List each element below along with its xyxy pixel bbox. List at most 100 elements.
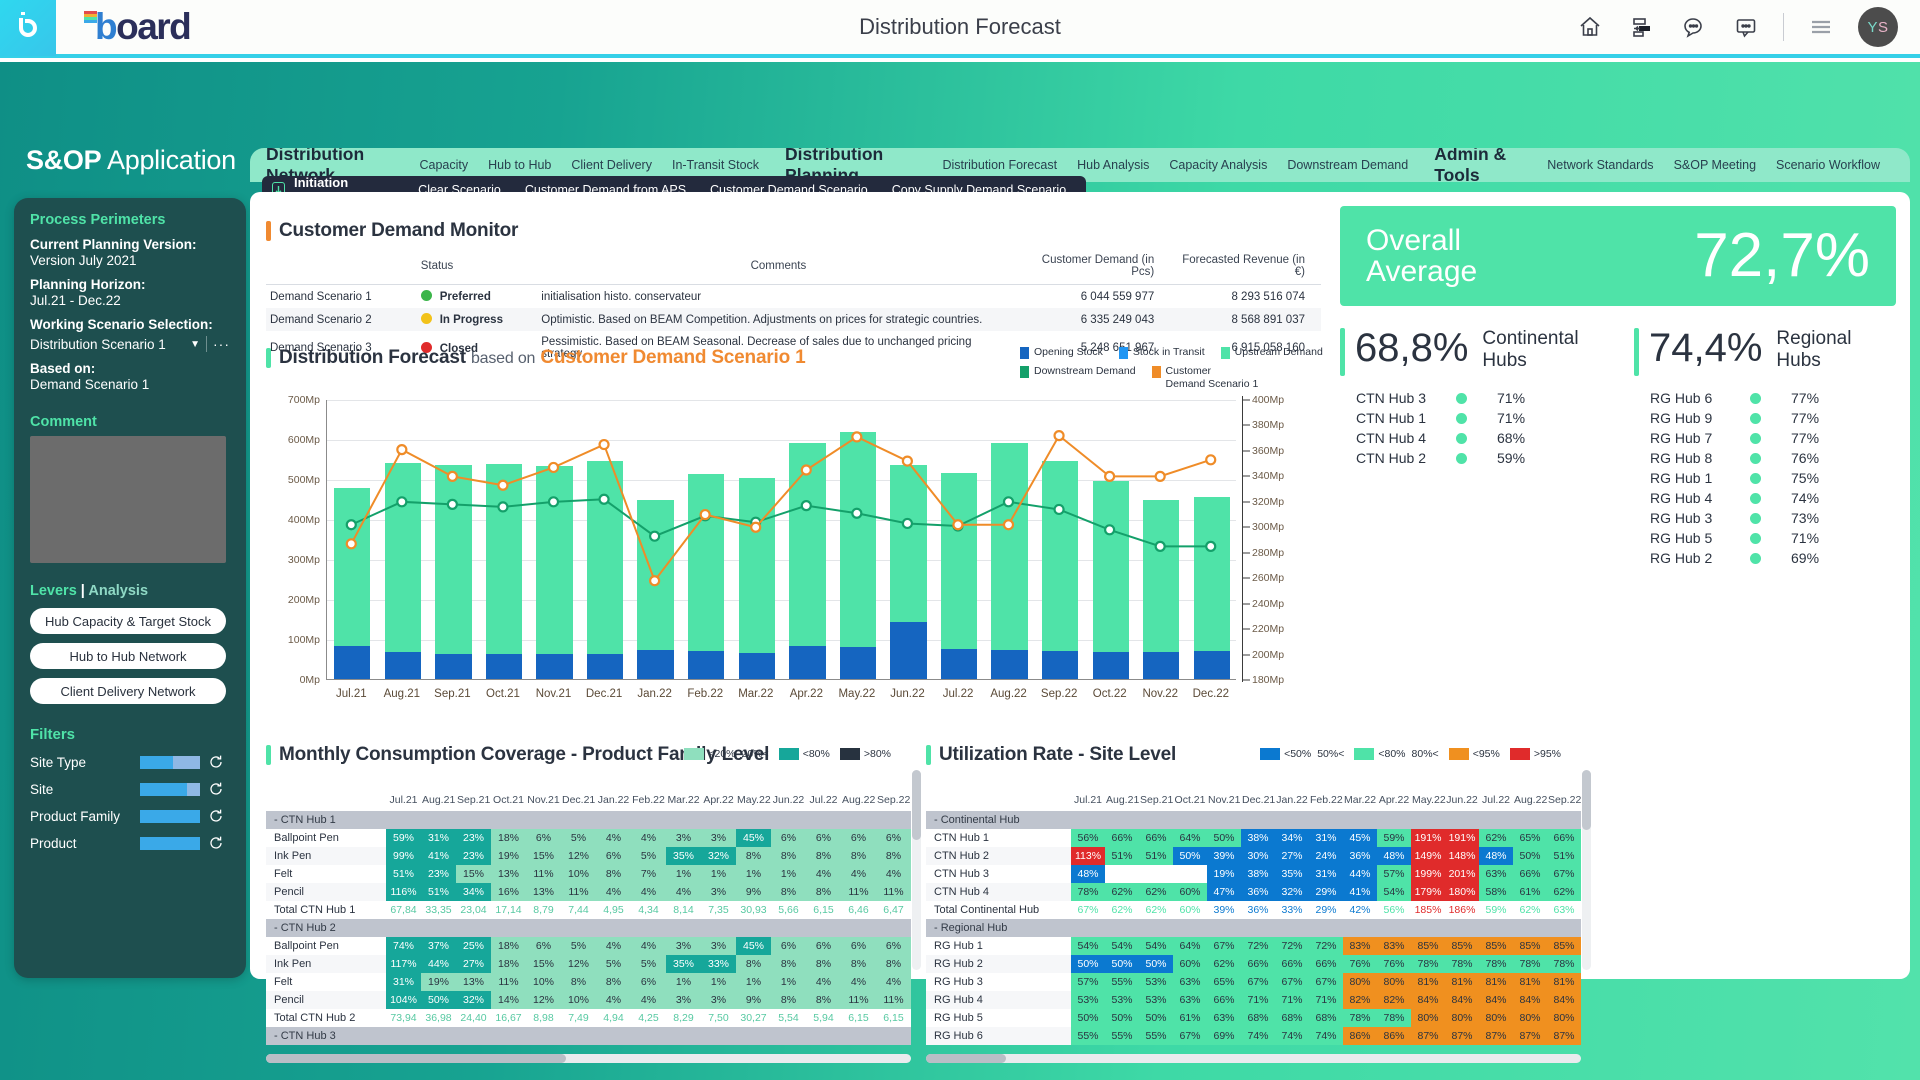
coverage-hscrollbar[interactable] (266, 1054, 911, 1063)
bar-column[interactable] (529, 399, 580, 679)
bar-column[interactable] (681, 399, 732, 679)
legend-item[interactable]: Opening Stock (1020, 346, 1103, 359)
gantt-icon[interactable] (1627, 12, 1657, 42)
legend-item[interactable]: Customer Demand Scenario 1 (1151, 365, 1258, 391)
group-row[interactable]: - Regional Hub (926, 919, 1581, 937)
hub-row[interactable]: RG Hub 4 74% (1650, 490, 1896, 506)
bar-column[interactable] (934, 399, 985, 679)
nav-item-scenario-workflow[interactable]: Scenario Workflow (1776, 158, 1880, 172)
bar-column[interactable] (984, 399, 1035, 679)
nav-item-network-standards[interactable]: Network Standards (1547, 158, 1653, 172)
avatar[interactable]: YS (1858, 7, 1898, 47)
table-row[interactable]: RG Hub 4 53% 53% 53% 63% 66% 71% 71% 71% 82% 82% 84… (926, 991, 1581, 1009)
group-row[interactable]: - CTN Hub 1 (266, 811, 911, 829)
filter-slider[interactable] (140, 782, 200, 796)
table-row[interactable]: CTN Hub 1 56% 66% 66% 64% 50% 38% 34% 31% 45% 59% 1… (926, 829, 1581, 847)
hamburger-icon[interactable] (1806, 12, 1836, 42)
bar-column[interactable] (883, 399, 934, 679)
table-row[interactable]: RG Hub 1 54% 54% 54% 64% 67% 72% 72% 72% 83% 83% 85… (926, 937, 1581, 955)
hub-row[interactable]: CTN Hub 3 71% (1356, 390, 1602, 406)
hub-row[interactable]: CTN Hub 1 71% (1356, 410, 1602, 426)
filter-slider[interactable] (140, 836, 200, 850)
table-row[interactable]: RG Hub 3 57% 55% 53% 63% 65% 67% 67% 67% 80% 80% 81… (926, 973, 1581, 991)
hub-row[interactable]: RG Hub 1 75% (1650, 470, 1896, 486)
nav-group-admin-tools[interactable]: Admin & Tools (1434, 148, 1533, 182)
table-row[interactable]: Pencil 104% 50% 32% 14% 12% 10% 4% 4% 3% 3% 9% 8% 8% 1… (266, 991, 911, 1009)
bar-column[interactable] (580, 399, 631, 679)
chevron-down-icon[interactable]: ▼ (190, 339, 200, 350)
comment-icon[interactable] (1731, 12, 1761, 42)
home-icon[interactable] (1575, 12, 1605, 42)
group-row[interactable]: - Continental Hub (926, 811, 1581, 829)
utilization-hscrollbar[interactable] (926, 1054, 1581, 1063)
table-row[interactable]: Ballpoint Pen 59% 31% 23% 18% 6% 5% 4% 4% 3% 3% 45%… (266, 829, 911, 847)
coverage-vscrollbar[interactable] (912, 770, 921, 970)
table-row[interactable]: Pencil 116% 51% 34% 16% 13% 11% 4% 4% 4% 3% 9% 8% 8% 1… (266, 883, 911, 901)
chat-icon[interactable] (1679, 12, 1709, 42)
table-row[interactable]: CTN Hub 4 78% 62% 62% 60% 47% 36% 32% 29% 41% 54% 1… (926, 883, 1581, 901)
nav-item-downstream-demand[interactable]: Downstream Demand (1287, 158, 1408, 172)
bar-column[interactable] (378, 399, 429, 679)
nav-item-hub-analysis[interactable]: Hub Analysis (1077, 158, 1149, 172)
nav-item-distribution-forecast[interactable]: Distribution Forecast (942, 158, 1057, 172)
bar-column[interactable] (833, 399, 884, 679)
table-row[interactable]: Demand Scenario 1 Preferred initialisation… (266, 285, 1321, 309)
utilization-vscrollbar[interactable] (1582, 770, 1591, 970)
hub-row[interactable]: RG Hub 7 77% (1650, 430, 1896, 446)
table-row[interactable]: CTN Hub 2 113% 51% 51% 50% 39% 30% 27% 24% 36% 48%… (926, 847, 1581, 865)
board-logo-tile[interactable] (0, 0, 56, 56)
reset-icon[interactable] (208, 754, 224, 770)
hub-row[interactable]: RG Hub 8 76% (1650, 450, 1896, 466)
table-row[interactable]: RG Hub 2 50% 50% 50% 60% 62% 66% 66% 66% 76% 76% 78… (926, 955, 1581, 973)
hub-name: RG Hub 6 (1650, 390, 1713, 406)
table-row[interactable]: RG Hub 6 55% 55% 55% 67% 69% 74% 74% 74% 86% 86% 87… (926, 1027, 1581, 1045)
bar-column[interactable] (428, 399, 479, 679)
table-row[interactable]: CTN Hub 3 48% 19% 38% 35% 31% 44% 57% 199% 201% 63… (926, 865, 1581, 883)
filter-slider[interactable] (140, 755, 200, 769)
nav-item-capacity-analysis[interactable]: Capacity Analysis (1169, 158, 1267, 172)
group-row[interactable]: - CTN Hub 3 (266, 1027, 911, 1045)
hub-row[interactable]: RG Hub 6 77% (1650, 390, 1896, 406)
nav-item-capacity[interactable]: Capacity (420, 158, 469, 172)
table-row[interactable]: Ballpoint Pen 74% 37% 25% 18% 6% 5% 4% 4% 3% 3% 45%… (266, 937, 911, 955)
nav-item-client-delivery[interactable]: Client Delivery (571, 158, 652, 172)
lever-hub-to-hub-network[interactable]: Hub to Hub Network (30, 643, 226, 669)
lever-hub-capacity-target-stock[interactable]: Hub Capacity & Target Stock (30, 608, 226, 634)
table-row[interactable]: Felt 31% 19% 13% 11% 10% 8% 8% 6% 1% 1% 1% 1% 4% 4% 4% (266, 973, 911, 991)
comment-textarea[interactable] (30, 436, 226, 563)
bar-column[interactable] (782, 399, 833, 679)
hub-row[interactable]: CTN Hub 2 59% (1356, 450, 1602, 466)
table-row[interactable]: Demand Scenario 2 In Progress Optimistic. … (266, 308, 1321, 331)
reset-icon[interactable] (208, 781, 224, 797)
reset-icon[interactable] (208, 835, 224, 851)
bar-column[interactable] (1136, 399, 1187, 679)
hub-row[interactable]: RG Hub 9 77% (1650, 410, 1896, 426)
table-row[interactable]: RG Hub 5 50% 50% 50% 61% 63% 68% 68% 68% 78% 78% 80… (926, 1009, 1581, 1027)
bar-column[interactable] (630, 399, 681, 679)
table-row[interactable]: Felt 51% 23% 15% 13% 11% 10% 8% 7% 1% 1% 1% 1% 4% 4% 4% (266, 865, 911, 883)
group-row[interactable]: - CTN Hub 2 (266, 919, 911, 937)
filter-slider[interactable] (140, 809, 200, 823)
bar-column[interactable] (1187, 399, 1238, 679)
legend-item[interactable]: Downstream Demand (1020, 365, 1136, 391)
more-options-icon[interactable]: ··· (213, 336, 230, 352)
bar-column[interactable] (732, 399, 783, 679)
lever-client-delivery-network[interactable]: Client Delivery Network (30, 678, 226, 704)
bar-column[interactable] (479, 399, 530, 679)
working-scenario-select[interactable]: Distribution Scenario 1 ▼ ··· (30, 336, 230, 352)
hub-row[interactable]: RG Hub 5 71% (1650, 530, 1896, 546)
nav-item-in-transit-stock[interactable]: In-Transit Stock (672, 158, 759, 172)
nav-item-sop-meeting[interactable]: S&OP Meeting (1674, 158, 1756, 172)
hub-row[interactable]: RG Hub 2 69% (1650, 550, 1896, 566)
legend-item[interactable]: Stock in Transit (1118, 346, 1205, 359)
bar-column[interactable] (1035, 399, 1086, 679)
table-row[interactable]: Ink Pen 99% 41% 23% 19% 15% 12% 6% 5% 35% 32% 8% 8% 8… (266, 847, 911, 865)
hub-row[interactable]: CTN Hub 4 68% (1356, 430, 1602, 446)
bar-column[interactable] (327, 399, 378, 679)
nav-item-hub-to-hub[interactable]: Hub to Hub (488, 158, 551, 172)
legend-item[interactable]: Upstream Demand (1220, 346, 1323, 359)
table-row[interactable]: Ink Pen 117% 44% 27% 18% 15% 12% 5% 5% 35% 33% 8% 8%… (266, 955, 911, 973)
hub-row[interactable]: RG Hub 3 73% (1650, 510, 1896, 526)
bar-column[interactable] (1085, 399, 1136, 679)
reset-icon[interactable] (208, 808, 224, 824)
